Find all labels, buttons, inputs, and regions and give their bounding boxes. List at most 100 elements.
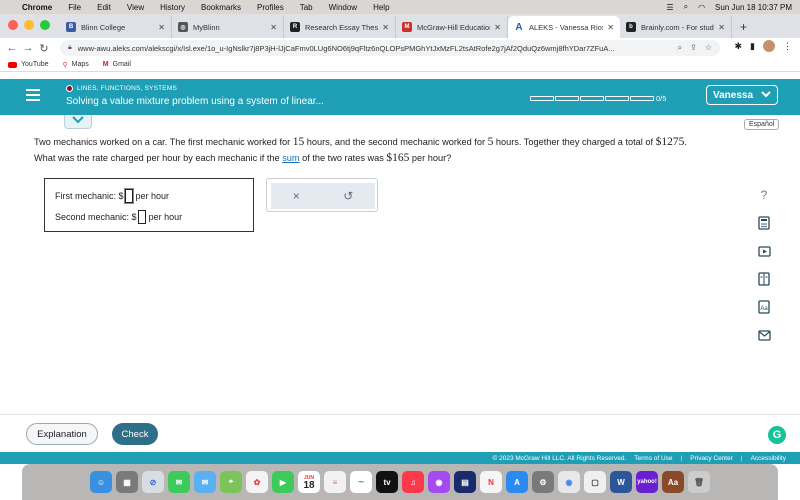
tab-aleks[interactable]: A ALEKS - Vanessa Rios - ✕ <box>508 16 620 38</box>
spanish-language-button[interactable]: Español <box>744 119 780 130</box>
help-icon[interactable]: ? <box>757 188 771 202</box>
photos-icon[interactable]: ✿ <box>246 471 268 493</box>
address-bar[interactable]: 🔒︎ www-awu.aleks.com/alekscgi/x/Isl.exe/… <box>60 40 720 56</box>
tab-myblinn[interactable]: ◎ MyBlinn ✕ <box>172 16 284 38</box>
reminders-icon[interactable]: ≡ <box>324 471 346 493</box>
minimize-window-button[interactable] <box>24 20 34 30</box>
bookmarks-bar: YouTube ⚲ Maps M Gmail <box>0 58 800 72</box>
maps-icon[interactable]: ⌖ <box>220 471 242 493</box>
extensions-icon[interactable]: ✱ <box>735 41 743 52</box>
menu-window[interactable]: Window <box>329 3 357 12</box>
new-tab-button[interactable]: + <box>732 20 755 38</box>
close-tab-icon[interactable]: ✕ <box>158 23 165 32</box>
grammarly-icon[interactable]: G <box>768 426 786 444</box>
close-window-button[interactable] <box>8 20 18 30</box>
word-icon[interactable]: W <box>610 471 632 493</box>
message-icon[interactable] <box>757 328 771 342</box>
zoom-icon[interactable]: ⌕ <box>678 43 682 53</box>
menu-app-name[interactable]: Chrome <box>22 3 52 12</box>
textbook-icon[interactable] <box>757 272 771 286</box>
forward-icon[interactable]: → <box>20 42 36 54</box>
collapse-header-button[interactable] <box>64 115 92 129</box>
gmail-icon: M <box>102 61 109 68</box>
second-mechanic-input[interactable] <box>137 209 146 224</box>
yahoo-icon[interactable]: yahoo! <box>636 471 658 493</box>
youtube-icon <box>8 61 17 68</box>
facetime-icon[interactable]: ▶ <box>272 471 294 493</box>
bookmark-maps[interactable]: ⚲ Maps <box>63 61 89 69</box>
menu-bookmarks[interactable]: Bookmarks <box>201 3 241 12</box>
url-text[interactable]: www-awu.aleks.com/alekscgi/x/Isl.exe/1o_… <box>78 44 678 53</box>
freeform-icon[interactable]: ~ <box>350 471 372 493</box>
explanation-button[interactable]: Explanation <box>26 423 98 445</box>
back-icon[interactable]: ← <box>4 42 20 54</box>
copyright-text: © 2023 McGraw Hill LLC. All Rights Reser… <box>492 454 627 462</box>
chrome-icon[interactable]: ◉ <box>558 471 580 493</box>
control-center-icon[interactable]: ☰ <box>666 3 673 12</box>
finder-icon[interactable]: ☺ <box>90 471 112 493</box>
sum-definition-link[interactable]: sum <box>282 153 299 163</box>
launchpad-icon[interactable]: ▦ <box>116 471 138 493</box>
menu-help[interactable]: Help <box>373 3 389 12</box>
calculator-icon[interactable] <box>757 216 771 230</box>
dictionary-icon[interactable]: Aa <box>662 471 684 493</box>
close-tab-icon[interactable]: ✕ <box>494 23 501 32</box>
bookmark-youtube[interactable]: YouTube <box>8 61 49 68</box>
wifi-icon[interactable]: ◠ <box>698 3 705 12</box>
close-tab-icon[interactable]: ✕ <box>607 23 614 32</box>
profile-avatar[interactable] <box>763 40 775 52</box>
check-button[interactable]: Check <box>112 423 158 445</box>
reload-icon[interactable]: ↻ <box>36 42 52 55</box>
podcasts-icon[interactable]: ◉ <box>428 471 450 493</box>
menu-view[interactable]: View <box>127 3 144 12</box>
user-menu-button[interactable]: Vanessa <box>706 85 778 105</box>
wallet-icon[interactable]: ▤ <box>454 471 476 493</box>
accessibility-link[interactable]: Accessibility <box>751 455 786 462</box>
music-icon[interactable]: ♫ <box>402 471 424 493</box>
omnibox-actions: ⌕ ⇪ ☆ <box>678 43 712 53</box>
menu-profiles[interactable]: Profiles <box>257 3 284 12</box>
search-icon[interactable]: ⌕ <box>684 2 688 12</box>
privacy-link[interactable]: Privacy Center <box>690 455 733 462</box>
menu-icon[interactable] <box>26 89 40 104</box>
trash-icon[interactable]: 🗑︎ <box>688 471 710 493</box>
close-tab-icon[interactable]: ✕ <box>382 23 389 32</box>
first-mechanic-input[interactable] <box>124 188 133 203</box>
menu-history[interactable]: History <box>160 3 185 12</box>
tv-icon[interactable]: tv <box>376 471 398 493</box>
clock[interactable]: Sun Jun 18 10:37 PM <box>715 3 792 12</box>
terms-link[interactable]: Terms of Use <box>634 455 672 462</box>
system-settings-icon[interactable]: ⚙ <box>532 471 554 493</box>
preview-icon[interactable]: ▢ <box>584 471 606 493</box>
undo-icon[interactable]: ↺ <box>343 189 353 203</box>
more-menu-icon[interactable]: ⋮ <box>783 41 792 52</box>
divider: | <box>740 454 743 462</box>
problem-text: . <box>684 137 687 147</box>
tab-title: Brainly.com - For studen <box>641 22 715 32</box>
bookmark-gmail[interactable]: M Gmail <box>103 61 131 68</box>
share-icon[interactable]: ⇪ <box>690 43 697 53</box>
close-tab-icon[interactable]: ✕ <box>718 23 725 32</box>
tab-brainly[interactable]: b Brainly.com - For studen ✕ <box>620 16 732 38</box>
unit-label: per hour <box>135 190 170 201</box>
calendar-icon[interactable]: JUN 18 <box>298 471 320 493</box>
news-icon[interactable]: N <box>480 471 502 493</box>
close-tab-icon[interactable]: ✕ <box>270 23 277 32</box>
menu-file[interactable]: File <box>68 3 81 12</box>
menu-edit[interactable]: Edit <box>97 3 111 12</box>
lock-icon[interactable]: 🔒︎ <box>68 44 72 52</box>
zoom-window-button[interactable] <box>40 20 50 30</box>
tab-blinn-college[interactable]: B Blinn College ✕ <box>60 16 172 38</box>
app-store-icon[interactable]: A <box>506 471 528 493</box>
video-icon[interactable] <box>757 244 771 258</box>
clear-icon[interactable]: × <box>293 189 300 203</box>
safari-icon[interactable]: ⊘ <box>142 471 164 493</box>
bookmark-star-icon[interactable]: ☆ <box>705 43 712 53</box>
tab-mcgraw-hill[interactable]: M McGraw-Hill Education C ✕ <box>396 16 508 38</box>
mail-icon[interactable]: ✉ <box>194 471 216 493</box>
sidepanel-icon[interactable]: ▮ <box>750 41 755 52</box>
messages-icon[interactable]: ✉ <box>168 471 190 493</box>
menu-tab[interactable]: Tab <box>300 3 313 12</box>
tab-research-essay[interactable]: R Research Essay Thesis ✕ <box>284 16 396 38</box>
glossary-icon[interactable]: Aa <box>757 300 771 314</box>
